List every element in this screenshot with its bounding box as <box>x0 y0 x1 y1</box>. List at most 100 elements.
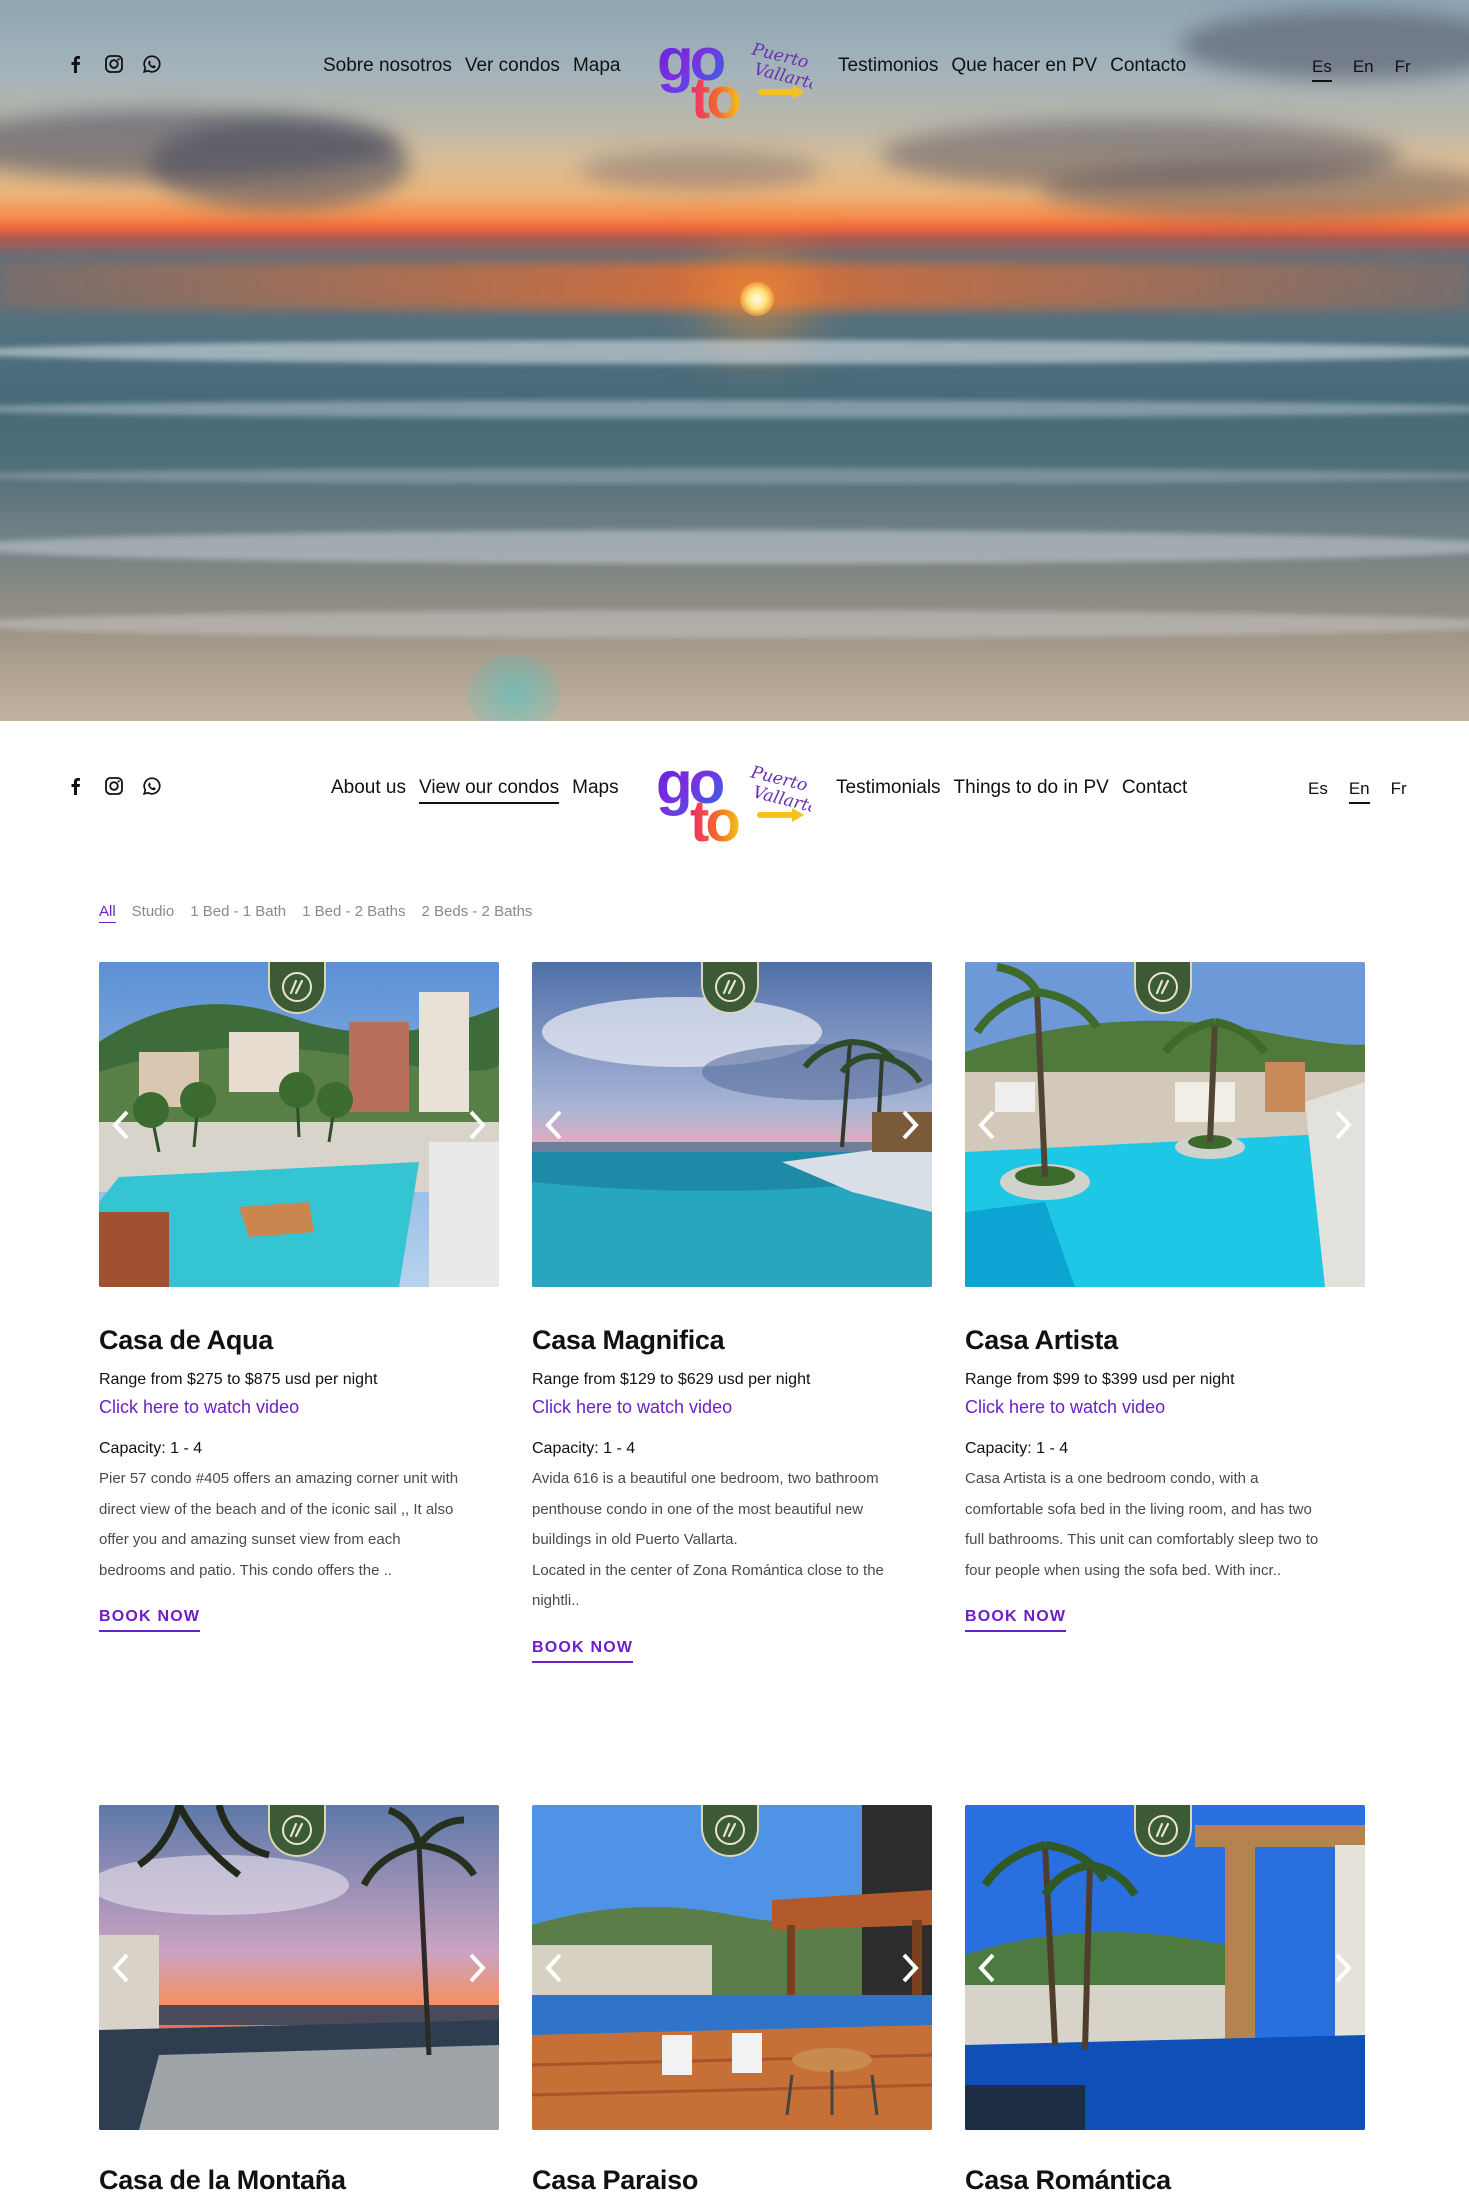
condo-capacity: Capacity: 1 - 4 <box>965 1440 1069 1457</box>
hero-lens-flare <box>468 654 560 721</box>
filter-1bed-2baths[interactable]: 1 Bed - 2 Baths <box>302 903 405 923</box>
svg-text:to: to <box>691 66 740 124</box>
instagram-icon[interactable] <box>104 776 124 796</box>
condo-title[interactable]: Casa Romántica <box>965 2165 1365 2196</box>
lang-en[interactable]: En <box>1348 779 1370 804</box>
chevron-left-icon[interactable] <box>973 1951 1001 1985</box>
chevron-left-icon[interactable] <box>107 1108 135 1142</box>
main-nav-right: Testimonials Things to do in PV Contact <box>836 777 1187 799</box>
filter-all[interactable]: All <box>99 903 116 923</box>
chevron-right-icon[interactable] <box>1329 1108 1357 1142</box>
lang-es[interactable]: Es <box>1312 57 1332 82</box>
hero-nav-right: Testimonios Que hacer en PV Contacto <box>838 55 1186 77</box>
condo-capacity: Capacity: 1 - 4 <box>99 1440 203 1457</box>
book-now-button[interactable]: BOOK NOW <box>965 1608 1067 1632</box>
goto-logo[interactable]: go to Puerto Vallarta <box>656 749 821 854</box>
condo-description: Avida 616 is a beautiful one bedroom, tw… <box>532 1470 884 1609</box>
condo-card: Casa Paraiso <box>532 1805 932 2196</box>
hero-horizon-glow <box>0 262 1469 310</box>
hero-sun <box>740 282 774 316</box>
whatsapp-icon[interactable] <box>142 54 162 74</box>
watch-video-link[interactable]: Click here to watch video <box>99 1397 499 1418</box>
nav-que-hacer-en-pv[interactable]: Que hacer en PV <box>951 55 1097 77</box>
condo-title[interactable]: Casa de la Montaña <box>99 2165 499 2196</box>
chevron-right-icon[interactable] <box>463 1108 491 1142</box>
condo-card: Casa de la Montaña <box>99 1805 499 2196</box>
hero-wave <box>0 610 1469 638</box>
condo-description: Pier 57 condo #405 offers an amazing cor… <box>99 1470 459 1579</box>
chevron-right-icon[interactable] <box>896 1951 924 1985</box>
facebook-icon[interactable] <box>66 776 86 796</box>
chevron-right-icon[interactable] <box>896 1108 924 1142</box>
instagram-icon[interactable] <box>104 54 124 74</box>
condo-price-range: Range from $275 to $875 usd per night <box>99 1371 378 1388</box>
condo-title[interactable]: Casa de Aqua <box>99 1325 499 1356</box>
nav-sobre-nosotros[interactable]: Sobre nosotros <box>323 55 452 77</box>
filter-studio[interactable]: Studio <box>132 903 175 923</box>
lang-fr[interactable]: Fr <box>1395 57 1411 82</box>
condo-photo[interactable] <box>965 962 1365 1287</box>
lang-en[interactable]: En <box>1353 57 1374 82</box>
language-switcher: Es En Fr <box>1308 779 1407 804</box>
condo-card: Casa de Aqua Range from $275 to $875 usd… <box>99 962 499 1632</box>
hero-cloud <box>580 150 820 190</box>
condo-title[interactable]: Casa Paraiso <box>532 2165 932 2196</box>
hero-wave <box>0 340 1469 364</box>
lang-fr[interactable]: Fr <box>1391 779 1407 804</box>
condo-filter-tabs: All Studio 1 Bed - 1 Bath 1 Bed - 2 Bath… <box>99 903 532 923</box>
nav-contact[interactable]: Contact <box>1122 777 1187 799</box>
watch-video-link[interactable]: Click here to watch video <box>532 1397 932 1418</box>
nav-view-our-condos[interactable]: View our condos <box>419 777 560 804</box>
chevron-right-icon[interactable] <box>463 1951 491 1985</box>
facebook-icon[interactable] <box>66 54 86 74</box>
condo-photo[interactable] <box>965 1805 1365 2130</box>
chevron-left-icon[interactable] <box>540 1108 568 1142</box>
nav-testimonials[interactable]: Testimonials <box>836 777 941 799</box>
condo-photo[interactable] <box>99 962 499 1287</box>
main-header: About us View our condos Maps go to Puer… <box>0 721 1469 854</box>
watch-video-link[interactable]: Click here to watch video <box>965 1397 1365 1418</box>
whatsapp-icon[interactable] <box>142 776 162 796</box>
condo-card: Casa Magnifica Range from $129 to $629 u… <box>532 962 932 1663</box>
hero-banner: Sobre nosotros Ver condos Mapa go to Pue… <box>0 0 1469 721</box>
chevron-left-icon[interactable] <box>107 1951 135 1985</box>
condo-photo[interactable] <box>532 962 932 1287</box>
condo-description: Casa Artista is a one bedroom condo, wit… <box>965 1470 1319 1579</box>
social-links <box>66 776 162 796</box>
condo-card: Casa Romántica <box>965 1805 1365 2196</box>
book-now-button[interactable]: BOOK NOW <box>532 1639 634 1663</box>
condo-price-range: Range from $99 to $399 usd per night <box>965 1371 1235 1388</box>
hero-wave <box>0 400 1469 418</box>
condo-photo[interactable] <box>532 1805 932 2130</box>
book-now-button[interactable]: BOOK NOW <box>99 1608 201 1632</box>
nav-maps[interactable]: Maps <box>572 777 618 804</box>
nav-mapa[interactable]: Mapa <box>573 55 621 77</box>
chevron-right-icon[interactable] <box>1329 1951 1357 1985</box>
lang-es[interactable]: Es <box>1308 779 1328 804</box>
filter-1bed-1bath[interactable]: 1 Bed - 1 Bath <box>190 903 286 923</box>
hero-nav-left: Sobre nosotros Ver condos Mapa <box>323 55 620 77</box>
chevron-left-icon[interactable] <box>973 1108 1001 1142</box>
goto-logo[interactable]: go to Puerto Vallarta <box>657 26 822 131</box>
condo-price-range: Range from $129 to $629 usd per night <box>532 1371 811 1388</box>
social-links <box>66 54 162 74</box>
condo-title[interactable]: Casa Artista <box>965 1325 1365 1356</box>
condo-title[interactable]: Casa Magnifica <box>532 1325 932 1356</box>
hero-wave <box>0 530 1469 564</box>
filter-2beds-2baths[interactable]: 2 Beds - 2 Baths <box>422 903 533 923</box>
main-nav-left: About us View our condos Maps <box>331 777 619 804</box>
condo-capacity: Capacity: 1 - 4 <box>532 1440 636 1457</box>
svg-text:to: to <box>690 789 739 847</box>
hero-cloud <box>150 120 410 210</box>
hero-header: Sobre nosotros Ver condos Mapa go to Pue… <box>0 0 1469 131</box>
nav-testimonios[interactable]: Testimonios <box>838 55 938 77</box>
hero-cloud <box>1040 160 1469 220</box>
nav-about-us[interactable]: About us <box>331 777 406 804</box>
condo-card: Casa Artista Range from $99 to $399 usd … <box>965 962 1365 1632</box>
nav-contacto[interactable]: Contacto <box>1110 55 1186 77</box>
nav-things-to-do[interactable]: Things to do in PV <box>954 777 1109 799</box>
nav-ver-condos[interactable]: Ver condos <box>465 55 560 77</box>
condo-photo[interactable] <box>99 1805 499 2130</box>
chevron-left-icon[interactable] <box>540 1951 568 1985</box>
hero-wave <box>0 468 1469 484</box>
